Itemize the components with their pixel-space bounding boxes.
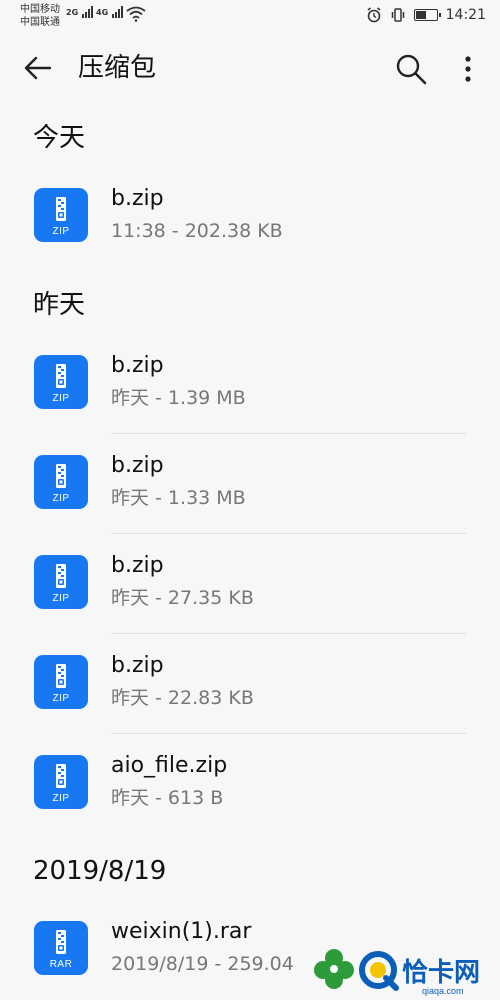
watermark: 恰卡网 qiaqa.com: [312, 944, 500, 1000]
carrier-2: 中国联通: [20, 17, 60, 28]
divider: [111, 633, 466, 634]
zipper-icon: [56, 930, 66, 954]
watermark-text: 恰卡网: [402, 958, 481, 988]
file-name: b.zip: [111, 653, 164, 678]
rar-file-icon: RAR: [34, 921, 88, 975]
vibrate-icon: [391, 8, 404, 22]
divider: [111, 533, 466, 534]
divider: [111, 733, 466, 734]
page-title: 压缩包: [78, 53, 157, 83]
zipper-icon: [56, 764, 66, 788]
app-bar: 压缩包: [0, 40, 500, 96]
file-name: b.zip: [111, 553, 164, 578]
file-name: b.zip: [111, 453, 164, 478]
file-name: aio_file.zip: [111, 753, 228, 778]
network-2-label: 4G: [96, 8, 109, 17]
list-item[interactable]: ZIP b.zip 昨天 - 27.35 KB: [0, 547, 500, 643]
file-meta: 昨天 - 22.83 KB: [111, 687, 254, 709]
carrier-labels: 中国移动 中国联通: [20, 3, 60, 29]
file-type-label: ZIP: [52, 226, 70, 237]
zipper-icon: [56, 364, 66, 388]
zip-file-icon: ZIP: [34, 455, 88, 509]
file-name: weixin(1).rar: [111, 919, 252, 944]
signal-1-icon: 2G: [66, 6, 94, 18]
file-meta: 2019/8/19 - 259.04: [111, 953, 294, 975]
section-header-yesterday: 昨天: [33, 290, 86, 320]
clock: 14:21: [445, 7, 486, 23]
watermark-subtext: qiaqa.com: [422, 986, 464, 996]
zipper-icon: [56, 564, 66, 588]
file-meta: 昨天 - 1.39 MB: [111, 387, 246, 409]
zipper-icon: [56, 197, 66, 221]
file-meta: 昨天 - 1.33 MB: [111, 487, 246, 509]
list-item[interactable]: ZIP b.zip 昨天 - 1.33 MB: [0, 447, 500, 543]
zipper-icon: [56, 464, 66, 488]
list-item[interactable]: ZIP b.zip 昨天 - 1.39 MB: [0, 347, 500, 443]
more-vert-icon[interactable]: [456, 52, 480, 86]
clover-logo-icon: [314, 949, 354, 989]
network-1-label: 2G: [66, 8, 79, 17]
file-type-label: ZIP: [52, 693, 70, 704]
file-meta: 昨天 - 613 B: [111, 787, 224, 809]
section-header-date: 2019/8/19: [33, 856, 167, 886]
section-header-today: 今天: [33, 123, 86, 153]
back-arrow-icon[interactable]: [22, 52, 54, 84]
list-item[interactable]: ZIP aio_file.zip 昨天 - 613 B: [0, 747, 500, 843]
zip-file-icon: ZIP: [34, 655, 88, 709]
signal-2-icon: 4G: [96, 6, 124, 18]
carrier-1: 中国移动: [20, 4, 60, 15]
wifi-icon: [126, 6, 146, 22]
list-item[interactable]: ZIP b.zip 11:38 - 202.38 KB: [0, 180, 500, 276]
file-type-label: ZIP: [52, 793, 70, 804]
status-bar: 中国移动 中国联通 2G 4G 14:21: [0, 0, 500, 34]
alarm-icon: [367, 7, 381, 23]
file-type-label: ZIP: [52, 393, 70, 404]
status-right: 14:21: [366, 7, 486, 23]
zip-file-icon: ZIP: [34, 555, 88, 609]
file-type-label: ZIP: [52, 493, 70, 504]
zip-file-icon: ZIP: [34, 755, 88, 809]
zip-file-icon: ZIP: [34, 188, 88, 242]
battery-icon: [413, 9, 441, 21]
list-item[interactable]: ZIP b.zip 昨天 - 22.83 KB: [0, 647, 500, 743]
file-meta: 11:38 - 202.38 KB: [111, 220, 283, 242]
file-meta: 昨天 - 27.35 KB: [111, 587, 254, 609]
file-name: b.zip: [111, 353, 164, 378]
zip-file-icon: ZIP: [34, 355, 88, 409]
file-type-label: ZIP: [52, 593, 70, 604]
file-type-label: RAR: [49, 959, 73, 970]
q-logo-icon: [359, 951, 399, 991]
screen: 中国移动 中国联通 2G 4G 14:21 压缩包 今天 ZIP b.zip 1…: [0, 0, 500, 1000]
file-name: b.zip: [111, 186, 164, 211]
search-icon[interactable]: [394, 52, 428, 86]
zipper-icon: [56, 664, 66, 688]
divider: [111, 433, 466, 434]
